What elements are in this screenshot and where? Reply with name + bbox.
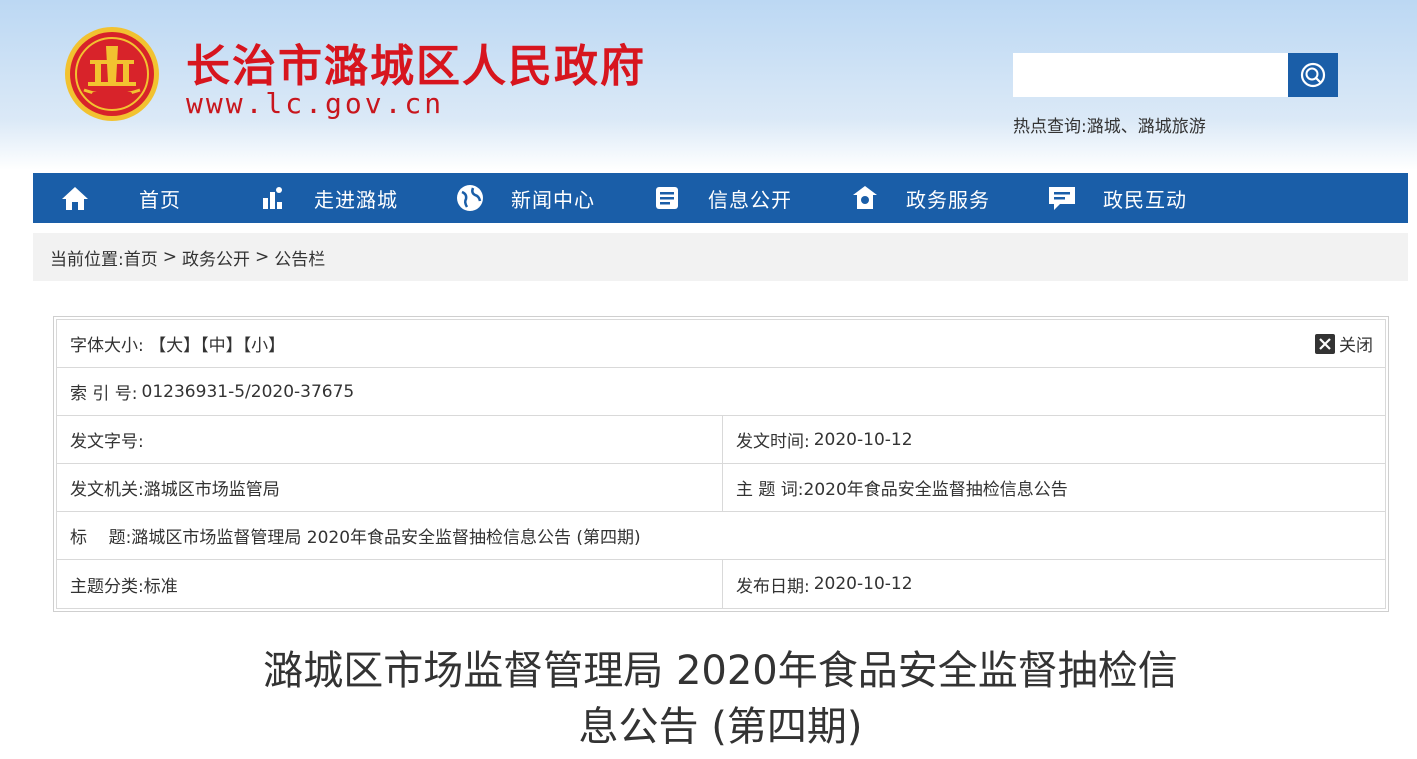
index-row: 索 引 号: 01236931-5/2020-37675 (57, 368, 1385, 416)
font-large-button[interactable]: 【大】 (149, 336, 200, 356)
nav-item-about[interactable]: 走进潞城 (257, 173, 398, 223)
font-size-row: 字体大小: 【大】【中】【小】 关闭 (57, 320, 1385, 368)
article-title: 潞城区市场监督管理局 2020年食品安全监督抽检信 息公告 (第四期) (33, 643, 1408, 755)
hot-search: 热点查询:潞城、潞城旅游 (1013, 112, 1206, 137)
nav-label-disclosure: 信息公开 (708, 187, 792, 212)
site-title: 长治市潞城区人民政府 (186, 41, 646, 92)
nav-label-about: 走进潞城 (314, 187, 398, 212)
keywords-value: 2020年食品安全监督抽检信息公告 (803, 480, 1068, 500)
docno-time-row: 发文字号: 发文时间: 2020-10-12 (57, 416, 1385, 464)
site-header: 长治市潞城区人民政府 www.lc.gov.cn 热点查询:潞城、潞城旅游 (0, 0, 1417, 165)
article-title-line-2: 息公告 (第四期) (578, 704, 863, 750)
nav-label-home: 首页 (139, 187, 181, 212)
issue-time-label: 发文时间: (736, 432, 810, 452)
index-label: 索 引 号: (70, 384, 138, 404)
doc-no-label: 发文字号: (70, 432, 144, 452)
chat-icon (1046, 182, 1078, 214)
bar-chart-icon (257, 182, 289, 214)
nav-item-services[interactable]: 政务服务 (849, 173, 990, 223)
main-nav: 首页 走进潞城 新闻中心 信息公开 政务服务 政民互动 (33, 173, 1408, 223)
index-value: 01236931-5/2020-37675 (141, 381, 355, 402)
issuer-label: 发文机关: (70, 480, 144, 500)
nav-label-services: 政务服务 (906, 187, 990, 212)
nav-label-interaction: 政民互动 (1103, 187, 1187, 212)
font-size-label: 字体大小: (70, 336, 144, 356)
close-button[interactable]: 关闭 (1315, 331, 1373, 356)
service-icon (849, 182, 881, 214)
breadcrumb-prefix: 当前位置: (50, 249, 124, 270)
breadcrumb-separator: > (162, 247, 177, 267)
nav-item-interaction[interactable]: 政民互动 (1046, 173, 1187, 223)
title-row: 标 题: 潞城区市场监督管理局 2020年食品安全监督抽检信息公告 (第四期) (57, 512, 1385, 560)
hot-search-label: 热点查询: (1013, 117, 1087, 137)
publish-date-label: 发布日期: (736, 576, 810, 597)
font-medium-button[interactable]: 【中】 (200, 336, 243, 356)
breadcrumb: 当前位置: 首页 > 政务公开 > 公告栏 (33, 233, 1408, 281)
issuer-value: 潞城区市场监管局 (143, 480, 280, 500)
font-size-controls: 字体大小: 【大】【中】【小】 (70, 331, 285, 356)
close-icon (1315, 333, 1335, 354)
publish-date-value: 2020-10-12 (813, 574, 913, 594)
close-label: 关闭 (1339, 336, 1373, 356)
globe-icon (454, 182, 486, 214)
article-title-line-1: 潞城区市场监督管理局 2020年食品安全监督抽检信 (263, 648, 1178, 694)
search-button[interactable] (1288, 53, 1338, 97)
document-info-table: 字体大小: 【大】【中】【小】 关闭 索 引 号: 01236931-5/202… (53, 316, 1389, 612)
site-url: www.lc.gov.cn (186, 87, 445, 120)
font-small-button[interactable]: 【小】 (243, 336, 286, 356)
title-value: 潞城区市场监督管理局 2020年食品安全监督抽检信息公告 (第四期) (131, 528, 641, 548)
search-input[interactable] (1013, 53, 1288, 97)
category-date-row: 主题分类: 标准 发布日期: 2020-10-12 (57, 560, 1385, 608)
nav-item-disclosure[interactable]: 信息公开 (651, 173, 792, 223)
document-icon (651, 182, 683, 214)
breadcrumb-gov-affairs[interactable]: 政务公开 (182, 245, 250, 270)
search-icon (1300, 62, 1326, 88)
issue-time-value: 2020-10-12 (813, 429, 913, 450)
breadcrumb-bulletin[interactable]: 公告栏 (274, 245, 325, 270)
nav-item-news[interactable]: 新闻中心 (454, 173, 595, 223)
category-label: 主题分类: (70, 576, 144, 597)
breadcrumb-separator: > (254, 247, 270, 267)
breadcrumb-home[interactable]: 首页 (124, 245, 158, 270)
issuer-keywords-row: 发文机关: 潞城区市场监管局 主 题 词: 2020年食品安全监督抽检信息公告 (57, 464, 1385, 512)
nav-label-news: 新闻中心 (511, 187, 595, 212)
home-icon (59, 182, 91, 214)
keywords-label: 主 题 词: (736, 480, 804, 500)
title-label: 标 题: (70, 528, 132, 548)
site-logo[interactable] (62, 26, 162, 122)
hot-search-link[interactable]: 潞城、潞城旅游 (1087, 117, 1206, 137)
nav-item-home[interactable]: 首页 (59, 173, 181, 223)
category-value: 标准 (143, 576, 178, 597)
content-panel: 字体大小: 【大】【中】【小】 关闭 索 引 号: 01236931-5/202… (33, 281, 1408, 759)
